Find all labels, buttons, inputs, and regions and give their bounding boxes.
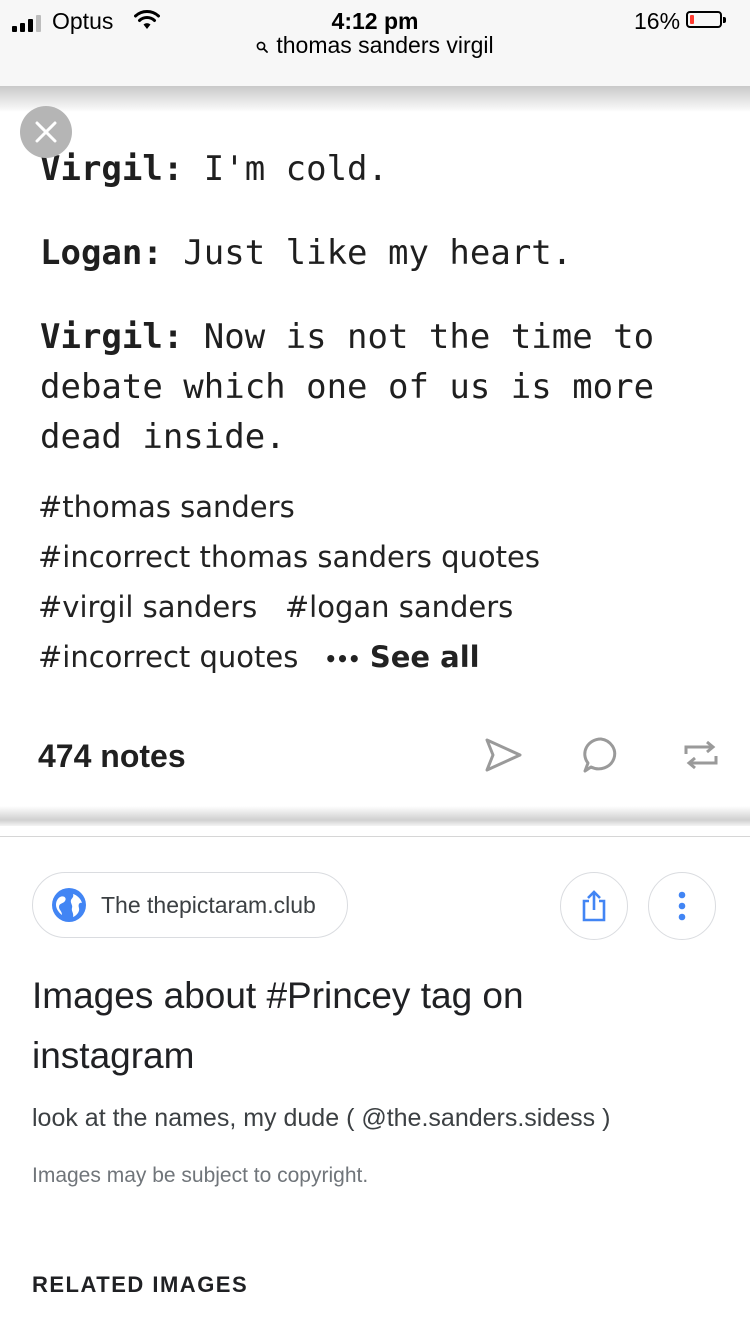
speaker-name: Virgil: xyxy=(40,317,184,357)
copyright-notice: Images may be subject to copyright. xyxy=(32,1164,369,1187)
tag: #incorrect thomas sanders quotes xyxy=(38,540,540,574)
see-all-tags: ••• See all xyxy=(324,640,480,674)
speaker-name: Virgil: xyxy=(40,149,184,189)
notes-count: 474 notes xyxy=(38,738,186,774)
battery-icon xyxy=(686,11,726,28)
source-site-label: The thepictaram.club xyxy=(101,891,316,918)
tag: #logan sanders xyxy=(284,590,514,624)
result-description: look at the names, my dude ( @the.sander… xyxy=(32,1104,611,1132)
share-icon xyxy=(582,890,606,922)
quote-line: Logan: Just like my heart. xyxy=(40,228,750,278)
result-title[interactable]: Images about #Princey tag on instagram xyxy=(32,966,692,1086)
source-site-button[interactable]: The thepictaram.club xyxy=(32,872,348,938)
globe-icon xyxy=(52,888,86,922)
line-text: Just like my heart. xyxy=(162,233,573,273)
image-preview[interactable]: Virgil: I'm cold. Logan: Just like my he… xyxy=(0,86,750,826)
browser-top-bar: Optus 4:12 pm 16% thomas sanders virgil xyxy=(0,0,750,86)
share-button[interactable] xyxy=(560,872,628,940)
tag: #incorrect quotes xyxy=(38,640,299,674)
speaker-name: Logan: xyxy=(40,233,163,273)
close-button[interactable] xyxy=(20,106,72,158)
battery-percent: 16% xyxy=(634,8,681,34)
more-options-button[interactable] xyxy=(648,872,716,940)
related-images-heading: RELATED IMAGES xyxy=(32,1272,249,1297)
address-bar[interactable]: thomas sanders virgil xyxy=(0,32,750,59)
tag: #virgil sanders xyxy=(38,590,258,624)
post-footer: 474 notes xyxy=(0,702,750,802)
send-icon xyxy=(485,738,522,772)
tag: #thomas sanders xyxy=(38,490,295,524)
search-icon xyxy=(256,41,269,53)
post-tags: #thomas sanders #incorrect thomas sander… xyxy=(38,482,728,684)
close-icon xyxy=(35,121,57,143)
comment-icon xyxy=(583,737,617,773)
more-vertical-icon xyxy=(678,891,686,921)
line-text: I'm cold. xyxy=(183,149,388,189)
quote-line: Virgil: Now is not the time to debate wh… xyxy=(40,312,750,462)
divider xyxy=(0,836,750,837)
search-query: thomas sanders virgil xyxy=(276,32,494,58)
quote-line: Virgil: I'm cold. xyxy=(40,144,750,194)
reblog-icon xyxy=(684,740,718,770)
quote-post-text: Virgil: I'm cold. Logan: Just like my he… xyxy=(40,144,750,496)
battery-fill xyxy=(690,15,694,24)
